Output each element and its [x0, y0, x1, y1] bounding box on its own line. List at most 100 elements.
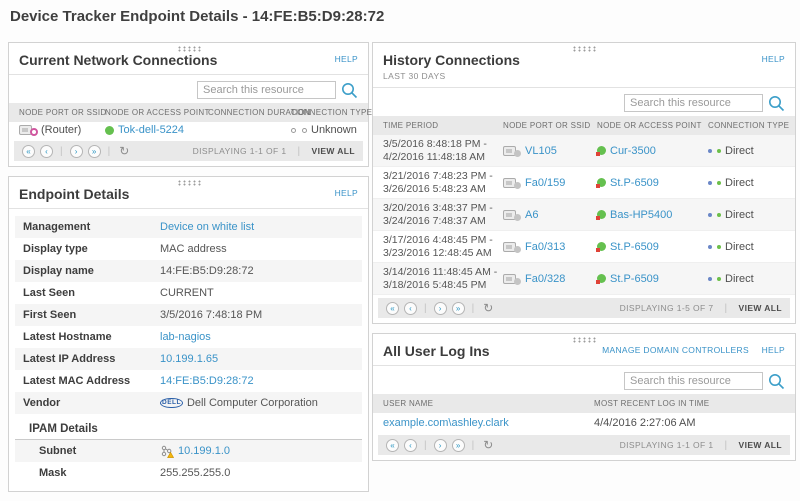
panel-all-user-logins: All User Log Ins MANAGE DOMAIN CONTROLLE… [372, 333, 796, 461]
help-link[interactable]: HELP [335, 54, 358, 64]
view-all-link[interactable]: VIEW ALL [739, 440, 783, 450]
next-page-button[interactable]: › [433, 438, 447, 452]
node-link[interactable]: Tok-dell-5224 [118, 124, 184, 136]
last-page-button[interactable]: » [87, 144, 101, 158]
port-link[interactable]: Fa0/328 [525, 273, 565, 285]
view-all-link[interactable]: VIEW ALL [312, 146, 356, 156]
node-link[interactable]: St.P-6509 [610, 241, 659, 253]
column-header[interactable]: MOST RECENT LOG IN TIME [594, 394, 785, 413]
node-link[interactable]: St.P-6509 [610, 273, 659, 285]
ipam-details-section: IPAM Details Subnet 10.199.1.0 Mask 255.… [9, 419, 368, 484]
node-link[interactable]: St.P-6509 [610, 177, 659, 189]
pagination-bar: « ‹ | › » | ↻ DISPLAYING 1-1 OF 1 | VIEW… [378, 435, 790, 455]
last-page-button[interactable]: » [451, 301, 465, 315]
port-link[interactable]: VL105 [525, 145, 557, 157]
search-input[interactable] [624, 372, 763, 390]
panel-title: Current Network Connections [19, 52, 218, 68]
column-header[interactable]: CONNECTION DURATION [208, 103, 311, 122]
user-name-link[interactable]: example.com\ashley.clark [383, 417, 509, 429]
help-link[interactable]: HELP [762, 54, 785, 64]
property-row: Latest MAC Address 14:FE:B5:D9:28:72 [23, 375, 254, 387]
search-row [373, 88, 795, 116]
search-icon[interactable] [341, 82, 358, 99]
ip-address-link[interactable]: 10.199.1.65 [160, 353, 218, 365]
panel-title: Endpoint Details [19, 186, 130, 202]
column-header[interactable]: TIME PERIOD [383, 116, 503, 135]
drag-handle-icon[interactable] [572, 46, 596, 52]
table-row: 3/20/2016 3:48:37 PM - 3/24/2016 7:48:37… [373, 199, 795, 231]
direct-connection-icon [708, 276, 712, 281]
first-page-button[interactable]: « [386, 301, 399, 315]
help-link[interactable]: HELP [762, 345, 785, 355]
panel-title: History Connections [383, 52, 520, 68]
subnet-warning-icon [160, 445, 174, 458]
view-all-link[interactable]: VIEW ALL [739, 303, 783, 313]
router-port-icon [19, 125, 38, 136]
hostname-link[interactable]: lab-nagios [160, 331, 211, 343]
panel-header: History Connections LAST 30 DAYS HELP [373, 43, 795, 88]
connection-type-label: Direct [725, 272, 754, 285]
search-input[interactable] [624, 94, 763, 112]
property-row: Vendor DELL Dell Computer Corporation [15, 392, 362, 414]
manage-domain-controllers-link[interactable]: MANAGE DOMAIN CONTROLLERS [602, 345, 749, 355]
previous-page-button[interactable]: ‹ [40, 144, 53, 158]
node-link[interactable]: Cur-3500 [610, 145, 656, 157]
next-page-button[interactable]: › [433, 301, 447, 315]
next-page-button[interactable]: › [69, 144, 83, 158]
connection-type-label: Unknown [311, 124, 357, 136]
column-header[interactable]: NODE OR ACCESS POINT [597, 116, 708, 135]
search-icon[interactable] [768, 95, 785, 112]
refresh-icon[interactable]: ↻ [119, 145, 129, 157]
displaying-status: DISPLAYING 1-1 OF 1 [192, 146, 287, 156]
property-row: Last Seen CURRENT [23, 287, 214, 299]
column-header[interactable]: NODE PORT OR SSID [19, 103, 106, 122]
management-link[interactable]: Device on white list [160, 221, 254, 233]
port-icon [503, 177, 521, 189]
last-page-button[interactable]: » [451, 438, 465, 452]
drag-handle-icon[interactable] [176, 180, 201, 186]
subnet-link[interactable]: 10.199.1.0 [178, 445, 230, 457]
property-row: Management Device on white list [15, 216, 362, 238]
search-icon[interactable] [768, 373, 785, 390]
mac-address-link[interactable]: 14:FE:B5:D9:28:72 [160, 375, 254, 387]
drag-handle-icon[interactable] [176, 46, 201, 52]
direct-connection-icon [708, 148, 712, 153]
first-page-button[interactable]: « [22, 144, 35, 158]
page-title: Device Tracker Endpoint Details - 14:FE:… [10, 8, 385, 25]
column-header[interactable]: NODE PORT OR SSID [503, 116, 597, 135]
previous-page-button[interactable]: ‹ [404, 438, 417, 452]
node-link[interactable]: Bas-HP5400 [610, 209, 672, 221]
panel-header: Endpoint Details HELP [9, 177, 368, 209]
ipam-heading: IPAM Details [15, 419, 362, 440]
table-row: 3/14/2016 11:48:45 AM - 3/18/2016 5:48:4… [373, 263, 795, 295]
help-link[interactable]: HELP [335, 188, 358, 198]
panel-header: All User Log Ins MANAGE DOMAIN CONTROLLE… [373, 334, 795, 366]
search-input[interactable] [197, 81, 336, 99]
unknown-connection-icon [291, 127, 296, 133]
port-link[interactable]: Fa0/159 [525, 177, 565, 189]
first-page-button[interactable]: « [386, 438, 399, 452]
column-header[interactable]: USER NAME [383, 394, 594, 413]
connection-type-label: Direct [725, 144, 754, 157]
property-row: Mask 255.255.255.0 [15, 462, 362, 484]
drag-handle-icon[interactable] [572, 337, 596, 343]
node-status-warning-icon [596, 146, 606, 156]
node-status-warning-icon [596, 210, 606, 220]
previous-page-button[interactable]: ‹ [404, 301, 417, 315]
port-link[interactable]: Fa0/313 [525, 241, 565, 253]
port-icon [503, 209, 521, 221]
left-column: Current Network Connections HELP NODE PO… [8, 42, 372, 501]
node-status-warning-icon [596, 178, 606, 188]
column-header[interactable]: CONNECTION TYPE [291, 103, 374, 122]
port-icon [503, 145, 521, 157]
port-icon [503, 241, 521, 253]
column-header[interactable]: CONNECTION TYPE [708, 116, 791, 135]
refresh-icon[interactable]: ↻ [483, 439, 493, 451]
table-row: (Router) Tok-dell-5224 Unknown [9, 122, 368, 138]
panel-subtitle: LAST 30 DAYS [383, 71, 446, 81]
login-time: 4/4/2016 2:27:06 AM [594, 416, 696, 429]
direct-connection-icon [708, 212, 712, 217]
refresh-icon[interactable]: ↻ [483, 302, 493, 314]
port-link[interactable]: A6 [525, 209, 538, 221]
column-header[interactable]: NODE OR ACCESS POINT [105, 103, 209, 122]
